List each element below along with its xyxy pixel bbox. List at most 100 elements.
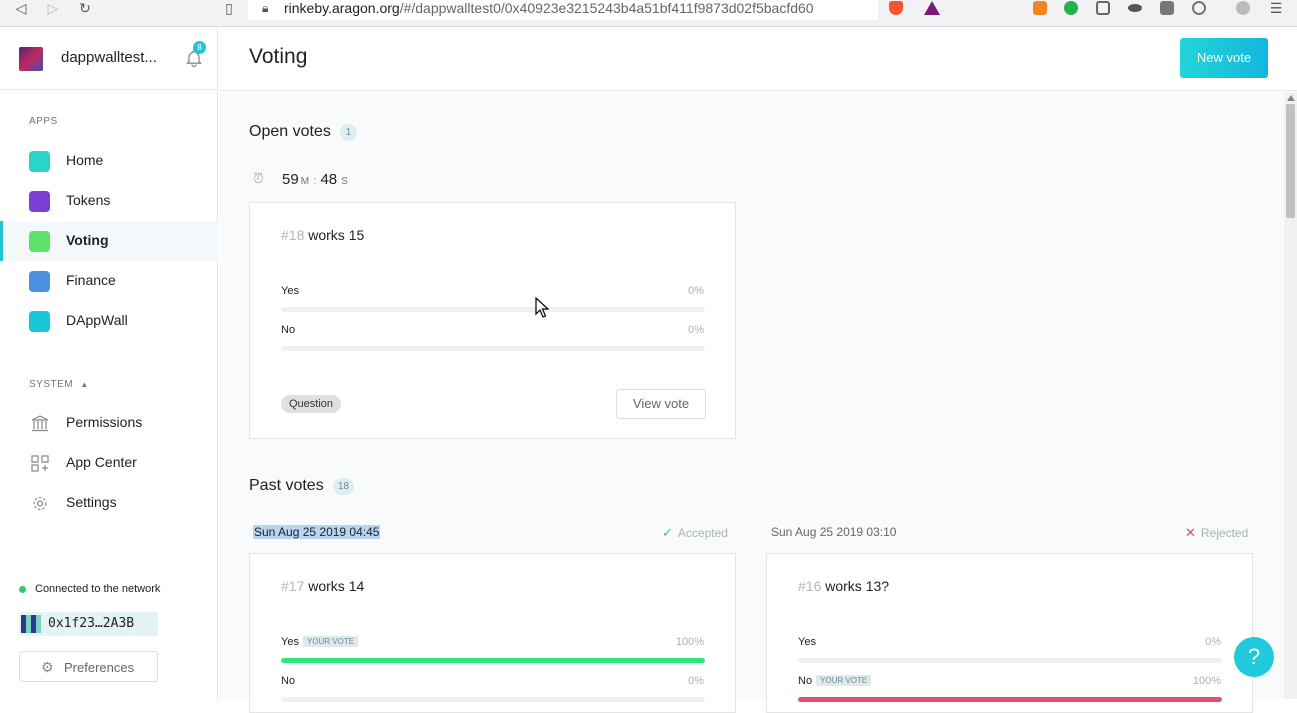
vote-title: #17 works 14 [281, 578, 365, 594]
new-vote-button[interactable]: New vote [1180, 38, 1268, 78]
sidebar-item-dappwall[interactable]: DAppWall [0, 301, 218, 341]
recycle-icon[interactable] [1192, 1, 1206, 15]
sidebar-item-label: Home [66, 152, 104, 168]
yes-label: Yes [281, 285, 299, 297]
system-section-label[interactable]: SYSTEM ▲ [29, 379, 89, 390]
gear-icon [33, 496, 47, 511]
question-tag: Question [281, 395, 342, 413]
brave-shield-icon[interactable] [889, 1, 903, 15]
sidebar-item-permissions[interactable]: Permissions [0, 403, 218, 443]
metamask-icon[interactable] [1033, 1, 1047, 15]
vote-title: #18 works 15 [281, 227, 365, 243]
vote-title: #16 works 13? [798, 578, 890, 594]
sidebar-item-label: Permissions [66, 414, 143, 430]
your-vote-badge: YOUR VOTE [302, 636, 359, 647]
vote-card[interactable]: #16 works 13? Yes 0% No YOUR VOTE 100% [766, 553, 1253, 713]
vote-status: ✓ Accepted [662, 525, 728, 540]
mouse-cursor-icon [535, 297, 549, 318]
org-header[interactable]: dappwalltest... 8 [0, 27, 218, 90]
sidebar-item-label: Voting [66, 232, 109, 248]
sidebar-item-label: DAppWall [66, 312, 128, 328]
vote-date: Sun Aug 25 2019 03:10 [771, 525, 897, 539]
yes-bar-fill [281, 658, 705, 663]
dappwall-icon [29, 311, 50, 332]
network-status-dot [19, 586, 26, 593]
bank-icon [31, 415, 49, 432]
url-text: rinkeby.aragon.org/#/dappwalltest0/0x409… [284, 0, 814, 16]
vote-timer: 59 M : 48 S [282, 171, 348, 188]
sidebar: dappwalltest... 8 APPS Home Tokens Votin… [0, 27, 218, 699]
chevron-up-icon: ▲ [80, 380, 89, 389]
grid-icon [31, 455, 49, 472]
sidebar-item-app-center[interactable]: App Center [0, 443, 218, 483]
yes-label: Yes [798, 636, 816, 648]
pocket-icon[interactable] [1096, 1, 1110, 15]
main-content: Open votes 1 ⏰︎ 59 M : 48 S #18 works 15 Y… [219, 92, 1284, 713]
sidebar-item-label: Settings [66, 494, 117, 510]
sidebar-item-home[interactable]: Home [0, 141, 218, 181]
tokens-icon [29, 191, 50, 212]
bookmark-icon[interactable]: ▯ [218, 0, 240, 16]
vote-card[interactable]: #17 works 14 Yes YOUR VOTE 100% No 0% [249, 553, 736, 713]
app-header: Voting New vote [219, 27, 1297, 91]
box-icon[interactable] [1160, 1, 1174, 15]
account-badge[interactable]: 0x1f23…2A3B [19, 612, 158, 636]
no-bar [281, 697, 705, 702]
sidebar-item-tokens[interactable]: Tokens [0, 181, 218, 221]
vote-card[interactable]: #18 works 15 Yes 0% No 0% Question View … [249, 202, 736, 439]
org-avatar [19, 47, 43, 71]
gear-icon: ⚙ [41, 659, 54, 675]
browser-toolbar: ◁ ▷ ↻ ▯ 🔒︎ rinkeby.aragon.org/#/dappwall… [0, 0, 1297, 27]
no-bar [281, 346, 705, 351]
network-status: Connected to the network [35, 583, 161, 595]
view-vote-button[interactable]: View vote [616, 389, 706, 419]
help-button[interactable]: ? [1234, 637, 1274, 677]
yes-percent: 100% [675, 636, 704, 648]
no-bar-fill [798, 697, 1222, 702]
vote-date: Sun Aug 25 2019 04:45 [253, 525, 381, 539]
yes-bar [281, 307, 705, 312]
sidebar-item-voting[interactable]: Voting [0, 221, 218, 261]
sidebar-item-settings[interactable]: Settings [0, 483, 218, 523]
yes-bar [798, 658, 1222, 663]
no-percent: 100% [1192, 675, 1221, 687]
home-icon [29, 151, 50, 172]
no-label: No YOUR VOTE [798, 675, 872, 687]
account-address: 0x1f23…2A3B [48, 616, 135, 631]
sidebar-item-label: Tokens [66, 192, 111, 208]
org-name: dappwalltest... [61, 49, 157, 66]
alarm-clock-icon: ⏰︎ [253, 170, 264, 186]
eye-icon[interactable] [1128, 4, 1142, 12]
scrollbar[interactable] [1284, 92, 1297, 699]
profile-icon[interactable] [1236, 1, 1250, 15]
rewards-icon[interactable] [924, 1, 940, 15]
forward-icon[interactable]: ▷ [42, 0, 64, 16]
no-percent: 0% [688, 324, 704, 336]
cross-icon: ✕ [1185, 525, 1196, 540]
no-percent: 0% [688, 675, 704, 687]
account-identicon [21, 615, 41, 633]
menu-icon[interactable]: ☰ [1265, 0, 1287, 16]
extension-play-icon[interactable] [1064, 1, 1078, 15]
no-label: No [281, 675, 296, 687]
scrollbar-thumb[interactable] [1286, 104, 1295, 218]
no-bar [798, 697, 1222, 702]
address-bar[interactable]: 🔒︎ rinkeby.aragon.org/#/dappwalltest0/0x… [248, 0, 878, 20]
voting-icon [29, 231, 50, 252]
notification-badge: 8 [193, 41, 206, 54]
yes-percent: 0% [688, 285, 704, 297]
reload-icon[interactable]: ↻ [74, 0, 96, 16]
preferences-button[interactable]: ⚙ Preferences [19, 651, 158, 682]
vote-status: ✕ Rejected [1185, 525, 1249, 540]
past-votes-count: 18 [333, 478, 355, 495]
sidebar-item-label: Finance [66, 272, 116, 288]
yes-bar [281, 658, 705, 663]
check-icon: ✓ [662, 525, 673, 540]
preferences-label: Preferences [64, 660, 135, 675]
page-title: Voting [249, 45, 308, 68]
scroll-up-arrow[interactable] [1287, 95, 1295, 101]
open-votes-count: 1 [340, 124, 357, 141]
back-icon[interactable]: ◁ [10, 0, 32, 16]
sidebar-item-finance[interactable]: Finance [0, 261, 218, 301]
no-label: No [281, 324, 296, 336]
